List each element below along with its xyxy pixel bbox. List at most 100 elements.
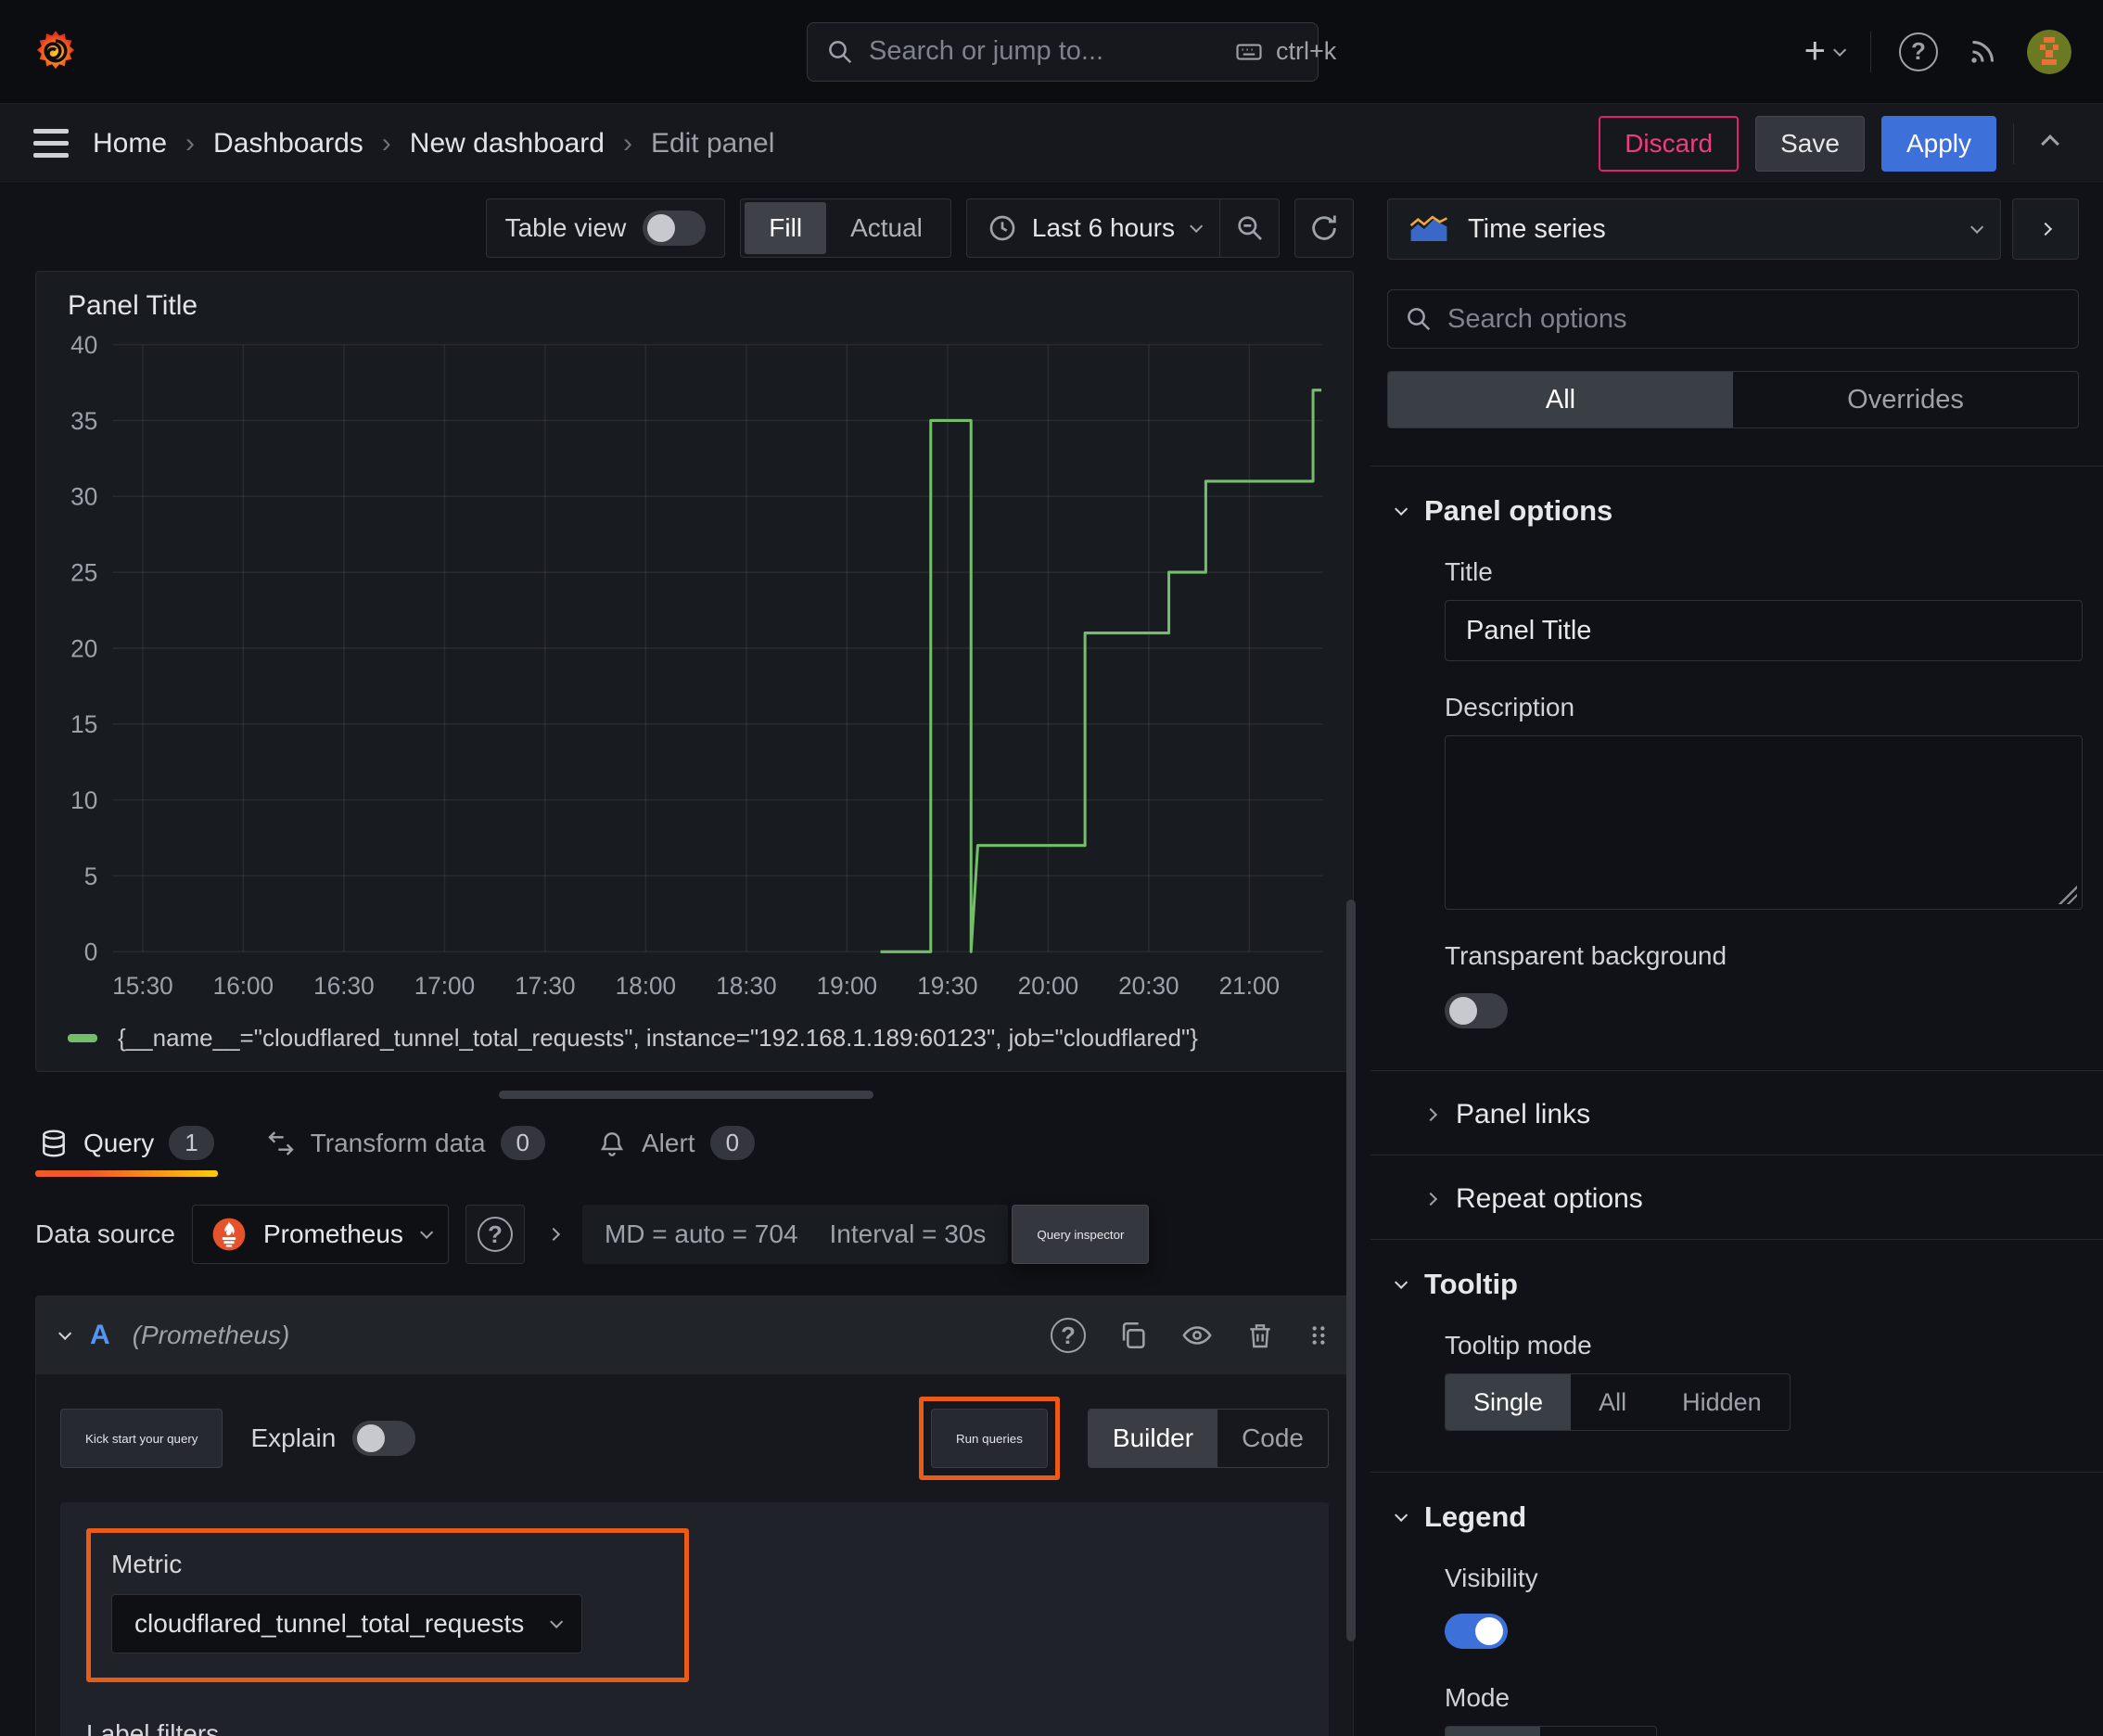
tab-alert[interactable]: Alert 0 <box>593 1126 758 1179</box>
collapse-header-icon[interactable] <box>2041 134 2059 153</box>
transparent-background-toggle[interactable] <box>1445 993 1508 1028</box>
svg-text:20:30: 20:30 <box>1118 972 1179 1001</box>
query-builder-editor: Metric cloudflared_tunnel_total_requests… <box>60 1502 1329 1736</box>
tooltip-single-option[interactable]: Single <box>1446 1374 1572 1430</box>
explain-toggle[interactable] <box>352 1421 416 1456</box>
breadcrumb-separator: › <box>622 127 632 159</box>
tab-transform[interactable]: Transform data 0 <box>262 1126 549 1179</box>
fill-option[interactable]: Fill <box>745 202 827 254</box>
tooltip-header[interactable]: Tooltip <box>1387 1240 2079 1325</box>
metric-select[interactable]: cloudflared_tunnel_total_requests <box>111 1594 583 1653</box>
query-row-header[interactable]: A (Prometheus) ? <box>36 1296 1353 1374</box>
time-range-picker[interactable]: Last 6 hours <box>967 213 1219 243</box>
svg-text:19:30: 19:30 <box>917 972 977 1001</box>
menu-toggle-icon[interactable] <box>33 129 69 158</box>
svg-text:16:00: 16:00 <box>213 972 274 1001</box>
alert-count-badge: 0 <box>709 1126 756 1160</box>
svg-text:15:30: 15:30 <box>112 972 172 1001</box>
visualization-picker[interactable]: Time series <box>1387 198 2001 260</box>
legend-list-option[interactable]: List <box>1446 1727 1541 1736</box>
options-sidebar: Time series All Overrides Panel options … <box>1370 184 2103 1736</box>
legend-mode-switch: List Table <box>1445 1726 1657 1736</box>
duplicate-query-icon[interactable] <box>1117 1320 1149 1351</box>
legend-table-option[interactable]: Table <box>1540 1727 1656 1736</box>
actual-option[interactable]: Actual <box>826 202 947 254</box>
tab-all[interactable]: All <box>1388 372 1733 428</box>
panel-preview-card: Panel Title 15:30 16:00 16:30 17:00 17:30 18:… <box>35 271 1354 1072</box>
tab-query[interactable]: Query 1 <box>35 1126 218 1179</box>
panel-options-header[interactable]: Panel options <box>1387 466 2079 552</box>
global-search[interactable]: ctrl+k <box>807 21 1336 82</box>
tooltip-hidden-option[interactable]: Hidden <box>1654 1374 1790 1430</box>
clock-icon <box>988 213 1017 243</box>
query-help-icon[interactable]: ? <box>1051 1318 1086 1353</box>
legend-header[interactable]: Legend <box>1387 1473 2079 1558</box>
top-nav: ctrl+k + ? <box>0 0 2103 104</box>
hide-query-icon[interactable] <box>1180 1320 1214 1351</box>
repeat-options-header[interactable]: Repeat options <box>1387 1155 2079 1239</box>
keyboard-icon <box>1233 38 1265 66</box>
refresh-button[interactable] <box>1294 198 1354 258</box>
apply-button[interactable]: Apply <box>1880 115 1996 172</box>
code-option[interactable]: Code <box>1217 1410 1328 1467</box>
news-rss-icon[interactable] <box>1966 35 1999 69</box>
transform-icon <box>266 1129 296 1158</box>
collapse-query-icon[interactable] <box>58 1326 72 1340</box>
panel-title-input[interactable] <box>1445 600 2083 661</box>
table-view-label: Table view <box>504 213 627 242</box>
run-queries-button[interactable]: Run queries <box>931 1409 1048 1468</box>
breadcrumb: Home › Dashboards › New dashboard › Edit… <box>93 128 774 160</box>
tooltip-mode-label: Tooltip mode <box>1445 1331 1592 1359</box>
panel-links-header[interactable]: Panel links <box>1387 1071 2079 1155</box>
query-inspector-button[interactable]: Query inspector <box>1012 1205 1150 1264</box>
drag-query-icon[interactable] <box>1306 1320 1331 1351</box>
breadcrumb-dashboards[interactable]: Dashboards <box>213 128 363 160</box>
timeseries-viz-icon <box>1408 213 1449 245</box>
search-input[interactable] <box>869 36 1218 67</box>
help-icon[interactable]: ? <box>1899 32 1938 71</box>
legend-visibility-toggle[interactable] <box>1445 1614 1508 1649</box>
tab-transform-label: Transform data <box>310 1128 486 1157</box>
delete-query-icon[interactable] <box>1245 1320 1275 1351</box>
datasource-picker[interactable]: Prometheus <box>191 1205 449 1264</box>
series-color-icon[interactable] <box>68 1033 97 1042</box>
breadcrumb-home[interactable]: Home <box>93 128 167 160</box>
svg-text:18:00: 18:00 <box>616 972 676 1001</box>
query-actions-row: Kick start your query Explain Run querie… <box>36 1374 1353 1489</box>
tab-overrides[interactable]: Overrides <box>1733 372 2078 428</box>
breadcrumb-bar: Home › Dashboards › New dashboard › Edit… <box>0 104 2103 184</box>
time-series-chart[interactable]: 15:30 16:00 16:30 17:00 17:30 18:00 18:30 19:00… <box>55 331 1334 1014</box>
user-avatar[interactable] <box>2027 29 2071 74</box>
search-shortcut: ctrl+k <box>1276 37 1337 65</box>
series-legend-label[interactable]: {__name__="cloudflared_tunnel_total_requ… <box>118 1024 1198 1053</box>
resize-drag-handle[interactable] <box>499 1091 873 1099</box>
builder-code-switch: Builder Code <box>1087 1409 1329 1468</box>
explain-label: Explain <box>250 1423 337 1452</box>
tooltip-all-option[interactable]: All <box>1571 1374 1654 1430</box>
save-button[interactable]: Save <box>1755 115 1865 172</box>
viz-suggestions-button[interactable] <box>2012 198 2079 260</box>
svg-text:15: 15 <box>70 710 97 739</box>
table-view-toggle[interactable] <box>643 211 707 246</box>
max-datapoints-text: MD = auto = 704 <box>604 1219 798 1248</box>
description-textarea[interactable] <box>1445 735 2083 910</box>
options-search[interactable] <box>1387 289 2079 349</box>
vertical-scrollbar[interactable] <box>1346 900 1356 1641</box>
datasource-help-button[interactable]: ? <box>465 1205 525 1264</box>
interval-text: Interval = 30s <box>829 1219 987 1248</box>
time-range-control: Last 6 hours <box>965 198 1280 258</box>
options-search-input[interactable] <box>1447 303 2061 335</box>
kick-start-button[interactable]: Kick start your query <box>60 1409 223 1468</box>
zoom-out-time-button[interactable] <box>1219 199 1279 257</box>
new-menu-button[interactable]: + <box>1804 31 1847 72</box>
grafana-logo-icon[interactable] <box>32 28 80 76</box>
builder-option[interactable]: Builder <box>1088 1410 1218 1467</box>
discard-button[interactable]: Discard <box>1599 115 1740 172</box>
query-options-summary[interactable]: MD = auto = 704 Interval = 30s <box>581 1205 1009 1264</box>
breadcrumb-new-dashboard[interactable]: New dashboard <box>410 128 605 160</box>
expand-options-icon[interactable] <box>546 1227 561 1242</box>
prometheus-icon <box>211 1217 247 1252</box>
title-label: Title <box>1445 557 1493 586</box>
query-count-badge: 1 <box>169 1126 214 1160</box>
label-filters-label: Label filters <box>86 1719 220 1736</box>
